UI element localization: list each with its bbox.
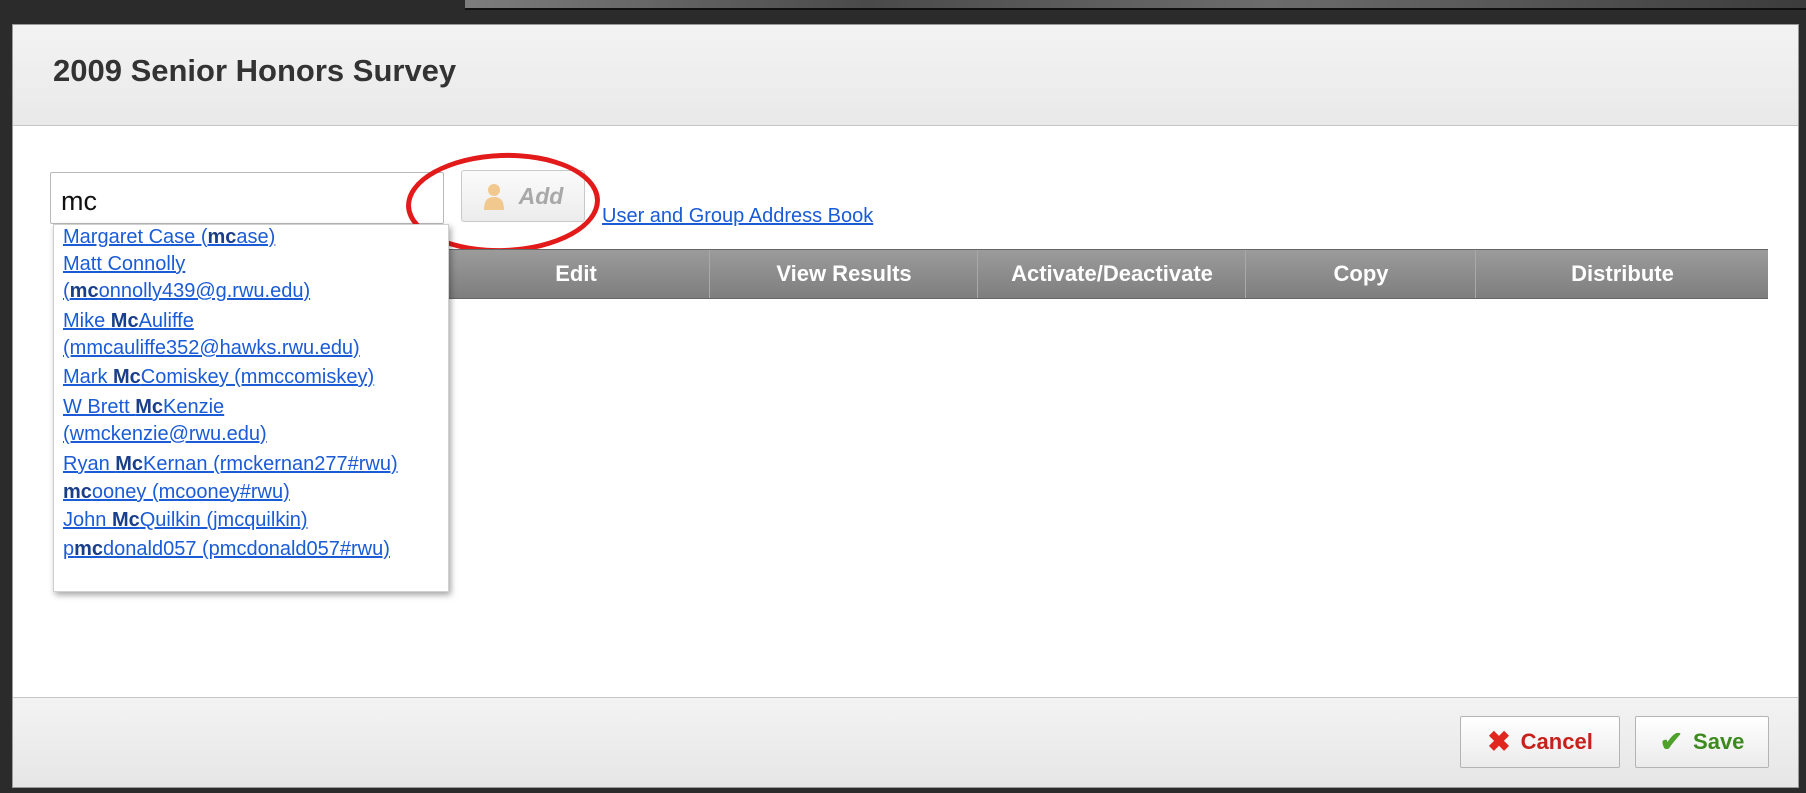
suggestion-text: Margaret Case ( — [63, 226, 208, 248]
save-button[interactable]: ✔ Save — [1635, 716, 1769, 768]
cancel-button-label: Cancel — [1520, 729, 1593, 754]
suggestion-match-text: mc — [74, 538, 104, 560]
autocomplete-dropdown: Margaret Case (mcase) Matt Connolly (mcon… — [53, 224, 449, 592]
column-header-activate-deactivate[interactable]: Activate/Deactivate — [977, 250, 1246, 298]
suggestion-match-text: mc — [207, 226, 237, 248]
suggestion-item[interactable]: pmcdonald057 (pmcdonald057#rwu) — [63, 536, 390, 563]
dialog-footer: ✖ Cancel ✔ Save — [13, 697, 1798, 787]
suggestion-match-text: mc — [69, 280, 99, 302]
x-icon: ✖ — [1487, 726, 1511, 757]
suggestion-item[interactable]: Margaret Case (mcase) — [63, 224, 275, 251]
suggestion-text: W Brett — [63, 396, 136, 418]
suggestion-text: Ryan — [63, 453, 116, 475]
suggestion-text: donald057 (pmcdonald057#rwu) — [103, 538, 390, 560]
suggestion-match-text: Mc — [110, 310, 139, 332]
dialog-header: 2009 Senior Honors Survey — [13, 25, 1798, 126]
suggestion-item[interactable]: Matt Connolly (mconnolly439@g.rwu.edu) — [63, 251, 310, 305]
suggestion-match-text: Mc — [135, 396, 164, 418]
column-header-edit[interactable]: Edit — [441, 250, 710, 298]
suggestion-item[interactable]: Mark McComiskey (mmccomiskey) — [63, 364, 374, 391]
checkmark-icon: ✔ — [1659, 726, 1684, 757]
suggestion-text: John — [63, 509, 112, 531]
suggestion-text: ase) — [236, 226, 276, 248]
user-search-input[interactable] — [50, 172, 444, 224]
background-window-edge — [465, 8, 1806, 10]
suggestion-text: ooney (mcooney#rwu) — [91, 481, 290, 503]
column-header-distribute[interactable]: Distribute — [1475, 250, 1769, 298]
suggestion-text: (wmckenzie@rwu.edu) — [63, 423, 267, 445]
suggestion-text: Mike — [63, 310, 111, 332]
suggestion-match-text: mc — [63, 481, 92, 503]
suggestion-match-text: Mc — [115, 453, 144, 475]
suggestion-item[interactable]: Mike McAuliffe (mmcauliffe352@hawks.rwu.e… — [63, 308, 360, 362]
suggestion-text: (mmcauliffe352@hawks.rwu.edu) — [63, 337, 360, 359]
column-header-view-results[interactable]: View Results — [709, 250, 978, 298]
add-button-label: Add — [518, 182, 564, 209]
save-button-label: Save — [1693, 729, 1745, 754]
suggestion-item[interactable]: W Brett McKenzie (wmckenzie@rwu.edu) — [63, 394, 267, 448]
suggestion-match-text: Mc — [111, 509, 140, 531]
suggestion-text: Auliffe — [138, 310, 194, 332]
suggestion-text: onnolly439@g.rwu.edu) — [98, 280, 311, 302]
suggestion-text: p — [63, 538, 75, 560]
suggestion-item[interactable]: mcooney (mcooney#rwu) — [63, 479, 290, 506]
cancel-button[interactable]: ✖ Cancel — [1460, 716, 1620, 768]
address-book-link[interactable]: User and Group Address Book — [602, 205, 873, 228]
dialog-title: 2009 Senior Honors Survey — [53, 53, 457, 88]
person-icon — [483, 184, 504, 210]
suggestion-text: ( — [63, 280, 70, 302]
column-header-copy[interactable]: Copy — [1245, 250, 1476, 298]
suggestion-text: Kenzie — [163, 396, 225, 418]
suggestion-item[interactable]: Ryan McKernan (rmckernan277#rwu) — [63, 451, 398, 478]
suggestion-text: Matt Connolly — [63, 253, 186, 275]
survey-dialog: 2009 Senior Honors Survey Add User and G… — [12, 24, 1799, 788]
suggestion-text: Quilkin (jmcquilkin) — [139, 509, 308, 531]
suggestion-text: Comiskey (mmccomiskey) — [140, 366, 375, 388]
add-button[interactable]: Add — [461, 170, 585, 222]
suggestion-text: Mark — [63, 366, 113, 388]
suggestion-text: Kernan (rmckernan277#rwu) — [143, 453, 398, 475]
suggestion-item[interactable]: John McQuilkin (jmcquilkin) — [63, 507, 308, 534]
suggestion-match-text: Mc — [113, 366, 141, 388]
